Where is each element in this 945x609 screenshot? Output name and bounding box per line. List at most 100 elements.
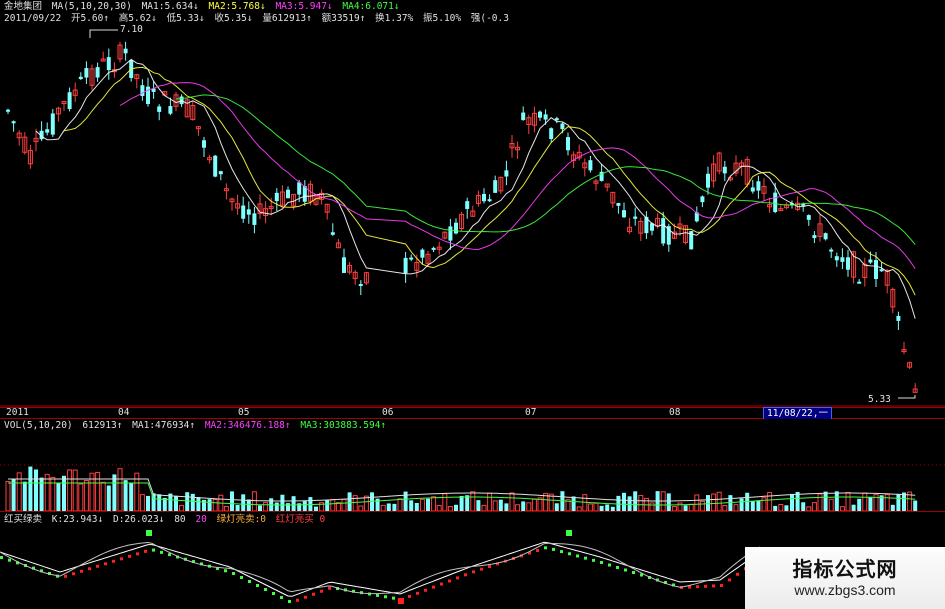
volume-bar-down: [571, 496, 576, 511]
kd-signal-dot: [552, 547, 555, 551]
volume-bar-up: [212, 498, 218, 512]
candle-body-down: [157, 106, 162, 112]
volume-bar-down: [739, 498, 744, 511]
volume-pane[interactable]: VOL(5,10,20) 612913↑ MA1:476934↑ MA2:346…: [0, 419, 945, 512]
volume-bar-down: [129, 483, 134, 511]
volume-chart[interactable]: [0, 419, 945, 512]
kd-signal-dot: [480, 567, 483, 571]
vol-label: VOL(5,10,20): [4, 420, 73, 431]
volume-bar-down: [241, 494, 246, 511]
candle-body-down: [829, 249, 834, 252]
candle-body-down: [140, 85, 145, 97]
kd-signal-dot: [104, 562, 107, 566]
kd-d-line: [0, 541, 761, 595]
volume-bar-down: [274, 502, 279, 511]
candle-body-down: [543, 114, 548, 120]
candle-body-down: [431, 247, 436, 250]
candle-body-down: [806, 215, 811, 220]
kd-signal-dot: [72, 572, 75, 576]
candle-body-down: [106, 57, 111, 71]
volume-bar-down: [666, 493, 671, 511]
kd-signal-dot: [240, 576, 243, 579]
strength-value: 强(-0.3: [470, 13, 509, 24]
volume-bar-up: [117, 468, 123, 512]
time-label-2011: 2011: [6, 407, 29, 418]
kd-signal-dot: [488, 565, 491, 568]
kd-signal-dot: [328, 586, 331, 590]
vol-ma3: MA3:303883.594↑: [300, 420, 387, 431]
volume-bar-down: [157, 494, 162, 511]
candlestick-chart[interactable]: [0, 0, 945, 407]
volume-bar-up: [767, 491, 773, 512]
kd-signal-dot: [280, 596, 283, 599]
volume-bar-down: [174, 495, 178, 511]
kd-d-value: D:26.023↓: [112, 514, 165, 525]
kd-level-20: 20: [195, 514, 207, 525]
volume-bar-up: [711, 493, 717, 512]
volume-bar-down: [622, 492, 626, 511]
candle-body-down: [868, 259, 873, 263]
candle-body-down: [11, 121, 16, 124]
candle-body-down: [487, 199, 492, 202]
candle-body-down: [241, 205, 246, 219]
volume-bar-up: [587, 503, 593, 512]
kd-signal-dot: [608, 563, 611, 567]
price-chart-pane[interactable]: 金地集团 MA(5,10,20,30) MA1:5.634↓ MA2:5.768…: [0, 0, 945, 407]
volume-bar-down: [386, 503, 391, 511]
ma-line-ma1: [35, 58, 916, 319]
kd-signal-dot: [304, 595, 307, 599]
volume-bar-down: [246, 499, 251, 511]
candle-body-down: [448, 226, 453, 241]
candle-body-down: [566, 137, 570, 151]
kd-signal-dot: [320, 589, 323, 593]
candle-body-down: [633, 216, 638, 219]
kd-signal-dot: [96, 564, 99, 568]
volume-bar-up: [509, 492, 515, 512]
candle-body-down: [6, 109, 10, 112]
high-marker-line: [89, 29, 118, 38]
volume-bar-down: [123, 480, 128, 511]
kd-signal-dot: [312, 592, 315, 596]
kd-signal-dot: [456, 576, 459, 580]
volume-bar-up: [5, 480, 11, 512]
candle-body-down: [840, 257, 845, 262]
candle-body-down: [202, 140, 206, 148]
kd-signal-dot: [440, 582, 443, 586]
volume-bar-down: [34, 469, 38, 511]
volume-bar-up: [492, 500, 498, 512]
candle-body-down: [538, 111, 542, 118]
volume-bar-down: [857, 498, 862, 511]
candle-body-down: [874, 260, 878, 279]
ma-label: MA(5,10,20,30): [51, 1, 132, 12]
volume-bar-up: [95, 471, 101, 512]
volume-bar-up: [593, 502, 599, 512]
volume-bar-up: [67, 469, 73, 512]
volume-bar-down: [868, 496, 873, 511]
low-price-label: 5.33: [868, 394, 891, 405]
candle-body-down: [246, 209, 251, 215]
volume-bar-up: [44, 473, 50, 512]
time-label-07: 07: [525, 407, 537, 418]
kd-signal-dot: [64, 574, 67, 578]
kd-signal-dot: [408, 594, 411, 598]
volume-bar-up: [139, 494, 145, 512]
kd-signal-dot: [416, 591, 419, 595]
kd-signal-dot: [632, 571, 635, 574]
volume-bar-down: [790, 493, 794, 511]
open-value: 开5.60↑: [70, 13, 110, 24]
stock-name: 金地集团: [4, 1, 43, 12]
amount-value: 额33519↑: [321, 13, 366, 24]
kd-signal-dot: [616, 566, 619, 569]
candle-body-down: [616, 203, 621, 206]
candle-body-down: [773, 192, 778, 212]
volume-bar-down: [291, 496, 296, 511]
high-price-label: 7.10: [120, 24, 143, 35]
candle-body-down: [297, 182, 302, 195]
candle-body-down: [896, 315, 901, 321]
kd-signal-dot: [136, 552, 139, 556]
kd-signal-dot: [720, 584, 723, 587]
ma1-value: MA1:5.634↓: [141, 1, 199, 12]
volume-bar-up: [694, 494, 700, 512]
watermark-title: 指标公式网: [792, 557, 898, 581]
candle-body-down: [846, 257, 850, 270]
